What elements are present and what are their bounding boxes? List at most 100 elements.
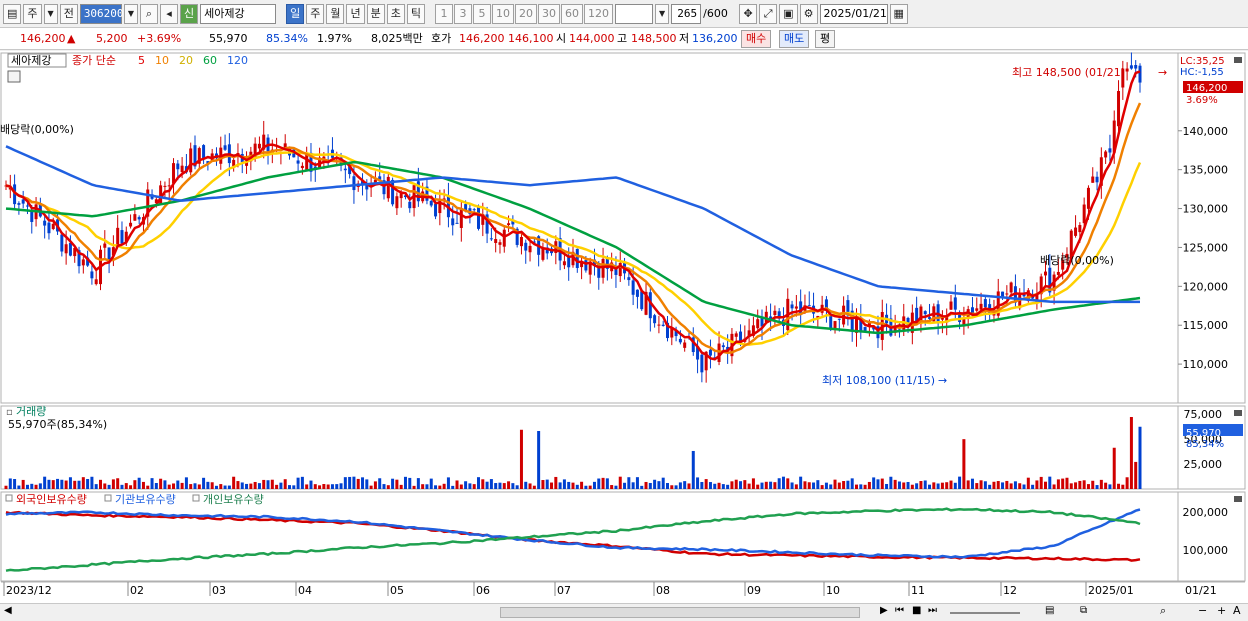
volume-bar	[550, 482, 554, 489]
high-price: 148,500	[631, 32, 677, 45]
stock-name-field[interactable]: 세아제강	[200, 3, 277, 24]
volume-bar	[674, 485, 678, 489]
volume-bar	[434, 485, 438, 489]
calendar-icon[interactable]: ▦	[889, 3, 908, 24]
chart-scrollbar[interactable]: ◀ ▶ ⏮ ■ ⏭ ▤ ⧉ ⌕ − + A	[0, 603, 1248, 621]
minute-button-5[interactable]: 5	[472, 3, 491, 24]
minute-button-60[interactable]: 60	[560, 3, 583, 24]
volume-bar	[129, 485, 133, 489]
zoom-out-icon[interactable]: −	[1198, 604, 1207, 617]
volume-bar	[176, 480, 180, 489]
ma5-line	[5, 70, 1141, 361]
bar-count-input[interactable]: 265	[671, 3, 702, 24]
chart-area[interactable]: 140,000 135,000 130,000 125,000 120,000 115,0…	[0, 51, 1248, 604]
volume-bar	[717, 482, 721, 489]
volume-bar	[807, 482, 811, 489]
candle-body	[1108, 148, 1112, 153]
sell-button[interactable]: 매도	[779, 30, 810, 48]
chart-settings-icon[interactable]: ▤	[3, 3, 22, 24]
minute-button-10[interactable]: 10	[491, 3, 514, 24]
date-input[interactable]: 2025/01/21	[819, 3, 888, 24]
search-icon[interactable]: ⌕	[139, 3, 158, 24]
volume-bar	[515, 485, 519, 489]
volume-bar	[696, 477, 700, 489]
volume-bar	[373, 481, 377, 489]
stop-icon[interactable]: ■	[912, 605, 921, 616]
scroll-right-icon[interactable]: ▶	[880, 605, 888, 616]
candle-body	[386, 176, 390, 199]
holding-tick-label: 100,000	[1183, 544, 1229, 557]
scroll-thumb[interactable]	[500, 607, 860, 618]
volume-bar	[670, 485, 674, 489]
scroll-left-icon[interactable]: ◀	[4, 605, 12, 616]
volume-bar	[150, 478, 154, 489]
timeframe-button-0[interactable]: 일	[286, 3, 305, 24]
timeframe-button-3[interactable]: 년	[346, 3, 365, 24]
volume-bar	[56, 478, 60, 489]
volume-bar	[648, 482, 652, 489]
volume-bar	[915, 483, 919, 489]
candle-body	[528, 245, 532, 253]
split-view-icon[interactable]: ⧉	[1080, 605, 1087, 616]
minute-button-3[interactable]: 3	[453, 3, 472, 24]
ma-period-10: 10	[155, 54, 169, 67]
period-select[interactable]: 주	[23, 3, 42, 24]
volume-bar	[635, 477, 639, 489]
volume-bar	[519, 429, 523, 489]
font-size-icon[interactable]: A	[1233, 604, 1241, 617]
zoom-slider[interactable]	[950, 612, 1020, 614]
candle-body	[51, 223, 55, 229]
volume-bar	[352, 476, 356, 489]
volume-bar	[464, 481, 468, 489]
x-axis-label: 2025/01	[1088, 584, 1134, 597]
stock-code-input[interactable]: 306200	[79, 3, 124, 24]
gear-icon[interactable]: ⚙	[799, 3, 818, 24]
speaker-icon[interactable]: ◂	[159, 3, 178, 24]
holding-line-0	[5, 510, 1141, 562]
minute-button-120[interactable]: 120	[583, 3, 613, 24]
volume-bar	[760, 482, 764, 489]
layout-icon[interactable]: ▤	[1045, 605, 1054, 616]
minute-button-30[interactable]: 30	[537, 3, 560, 24]
volume-bar	[820, 485, 824, 489]
timeframe-button-2[interactable]: 월	[326, 3, 345, 24]
timeframe-button-1[interactable]: 주	[306, 3, 325, 24]
search-zoom-icon[interactable]: ⌕	[1160, 604, 1166, 618]
code-dropdown-icon[interactable]: ▼	[123, 3, 138, 24]
volume-bar	[305, 484, 309, 489]
candle-body	[60, 234, 64, 252]
volume-bar	[468, 483, 472, 489]
volume-bar	[571, 482, 575, 489]
prev-button[interactable]: 전	[59, 3, 78, 24]
buy-button[interactable]: 매수	[741, 30, 772, 48]
volume-bar	[1086, 484, 1090, 489]
volume-bar	[532, 485, 536, 489]
candle-body	[137, 217, 141, 220]
open-price: 144,000	[569, 32, 615, 45]
holding-legend-2: 개인보유수량	[203, 493, 264, 506]
minute-button-20[interactable]: 20	[514, 3, 537, 24]
stock-chart[interactable]: 140,000 135,000 130,000 125,000 120,000 115,0…	[0, 51, 1248, 604]
zoom-in-icon[interactable]: +	[1217, 604, 1226, 617]
candle-body	[584, 260, 588, 271]
candle-body	[1005, 293, 1009, 295]
save-icon[interactable]: ▣	[779, 3, 798, 24]
trade-amount: 8,025백만	[371, 32, 423, 45]
timeframe-button-4[interactable]: 분	[366, 3, 385, 24]
custom-interval-input[interactable]	[614, 3, 653, 24]
goto-end-icon[interactable]: ⏭	[928, 605, 937, 616]
volume-bar	[412, 485, 416, 489]
interval-dropdown-icon[interactable]: ▼	[654, 3, 670, 24]
period-dropdown-icon[interactable]: ▼	[43, 3, 58, 24]
crosshair-icon[interactable]: ✥	[739, 3, 758, 24]
volume-bar	[1099, 479, 1103, 489]
minute-button-1[interactable]: 1	[434, 3, 453, 24]
goto-start-icon[interactable]: ⏮	[895, 605, 904, 616]
timeframe-button-6[interactable]: 틱	[406, 3, 425, 24]
draw-tool-icon[interactable]: ⤢	[759, 3, 778, 24]
candle-body	[1095, 176, 1099, 183]
timeframe-button-5[interactable]: 초	[386, 3, 405, 24]
eval-button[interactable]: 평	[815, 30, 836, 48]
volume-info: 55,970주(85,34%)	[8, 418, 107, 431]
x-axis-label: 08	[656, 584, 670, 597]
